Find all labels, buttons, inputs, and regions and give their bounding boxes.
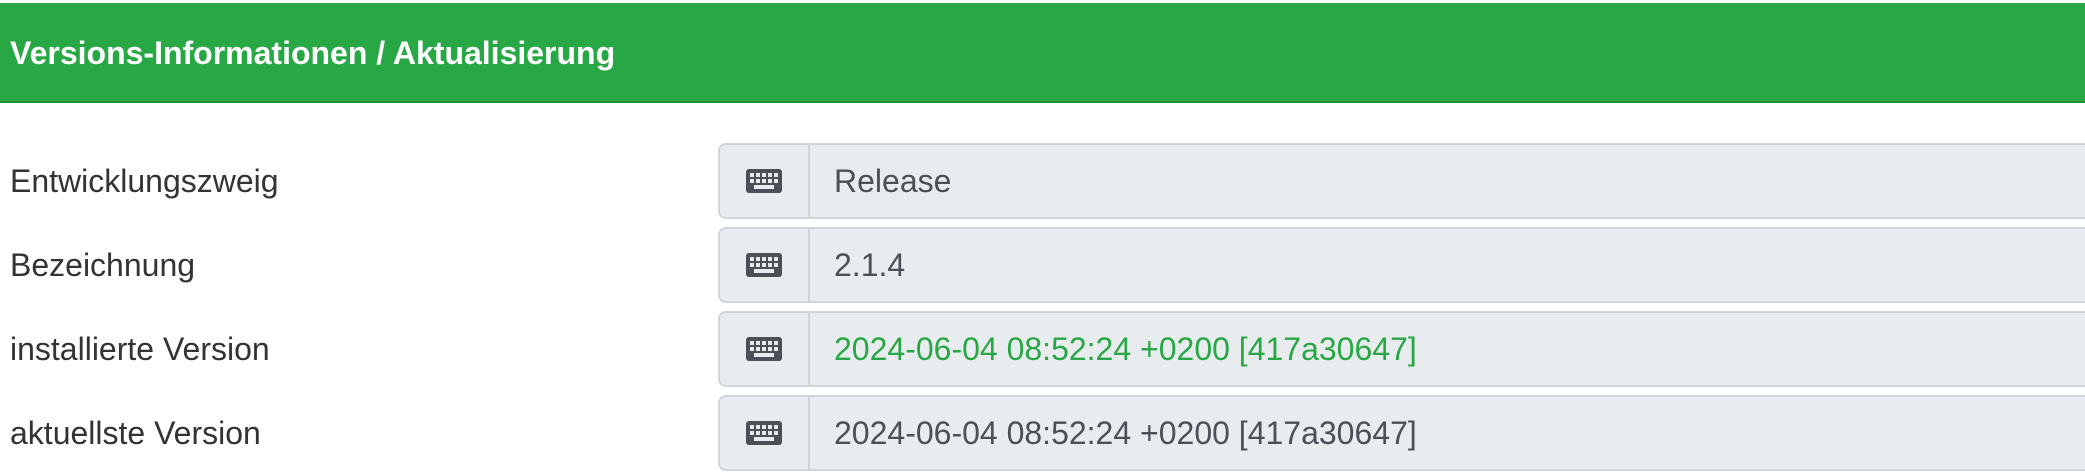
row-label: Entwicklungszweig [10, 163, 279, 199]
field-value: 2024-06-04 08:52:24 +0200 [417a30647] [834, 330, 1417, 367]
row-label: Bezeichnung [10, 247, 196, 283]
keyboard-icon [746, 169, 782, 193]
readonly-field: 2024-06-04 08:52:24 +0200 [417a30647] [718, 395, 2085, 471]
row-label: aktuellste Version [10, 415, 261, 451]
readonly-field: Release [718, 143, 2085, 219]
row-aktuellste-version: aktuellste Version 2024-06-04 08:52:24 +… [0, 395, 2085, 471]
row-installierte-version: installierte Version 2024-06-04 08:52:24… [0, 311, 2085, 387]
keyboard-icon [746, 421, 782, 445]
row-label: installierte Version [10, 331, 270, 367]
panel-title: Versions-Informationen / Aktualisierung [10, 35, 616, 71]
keyboard-icon [746, 253, 782, 277]
field-value: 2024-06-04 08:52:24 +0200 [417a30647] [834, 414, 1417, 451]
row-entwicklungszweig: Entwicklungszweig Release [0, 143, 2085, 219]
version-info-list: Entwicklungszweig Release Bezeichnung 2.… [0, 143, 2085, 473]
field-value: Release [834, 162, 952, 199]
keyboard-icon [746, 337, 782, 361]
keyboard-addon [720, 313, 810, 385]
keyboard-addon [720, 397, 810, 469]
readonly-field: 2.1.4 [718, 227, 2085, 303]
readonly-field: 2024-06-04 08:52:24 +0200 [417a30647] [718, 311, 2085, 387]
keyboard-addon [720, 145, 810, 217]
keyboard-addon [720, 229, 810, 301]
row-bezeichnung: Bezeichnung 2.1.4 [0, 227, 2085, 303]
panel-header: Versions-Informationen / Aktualisierung [0, 3, 2085, 103]
field-value: 2.1.4 [834, 246, 906, 283]
version-info-page: Versions-Informationen / Aktualisierung … [0, 0, 2085, 473]
